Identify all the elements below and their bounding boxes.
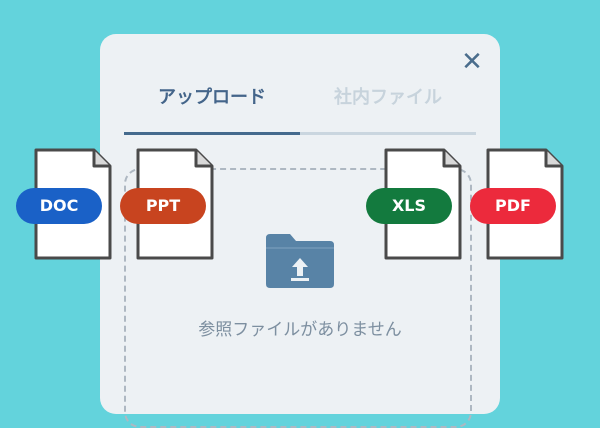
empty-state-message: 参照ファイルがありません [198, 320, 402, 340]
doc-badge: DOC [16, 188, 102, 224]
folder-upload-icon[interactable] [264, 230, 336, 290]
tab-upload[interactable]: アップロード [124, 84, 300, 112]
close-icon[interactable]: ✕ [458, 48, 486, 76]
xls-badge: XLS [366, 188, 452, 224]
tab-active-indicator [124, 132, 300, 135]
ppt-badge: PPT [120, 188, 206, 224]
tab-shared-files[interactable]: 社内ファイル [300, 84, 476, 112]
pdf-badge: PDF [470, 188, 556, 224]
